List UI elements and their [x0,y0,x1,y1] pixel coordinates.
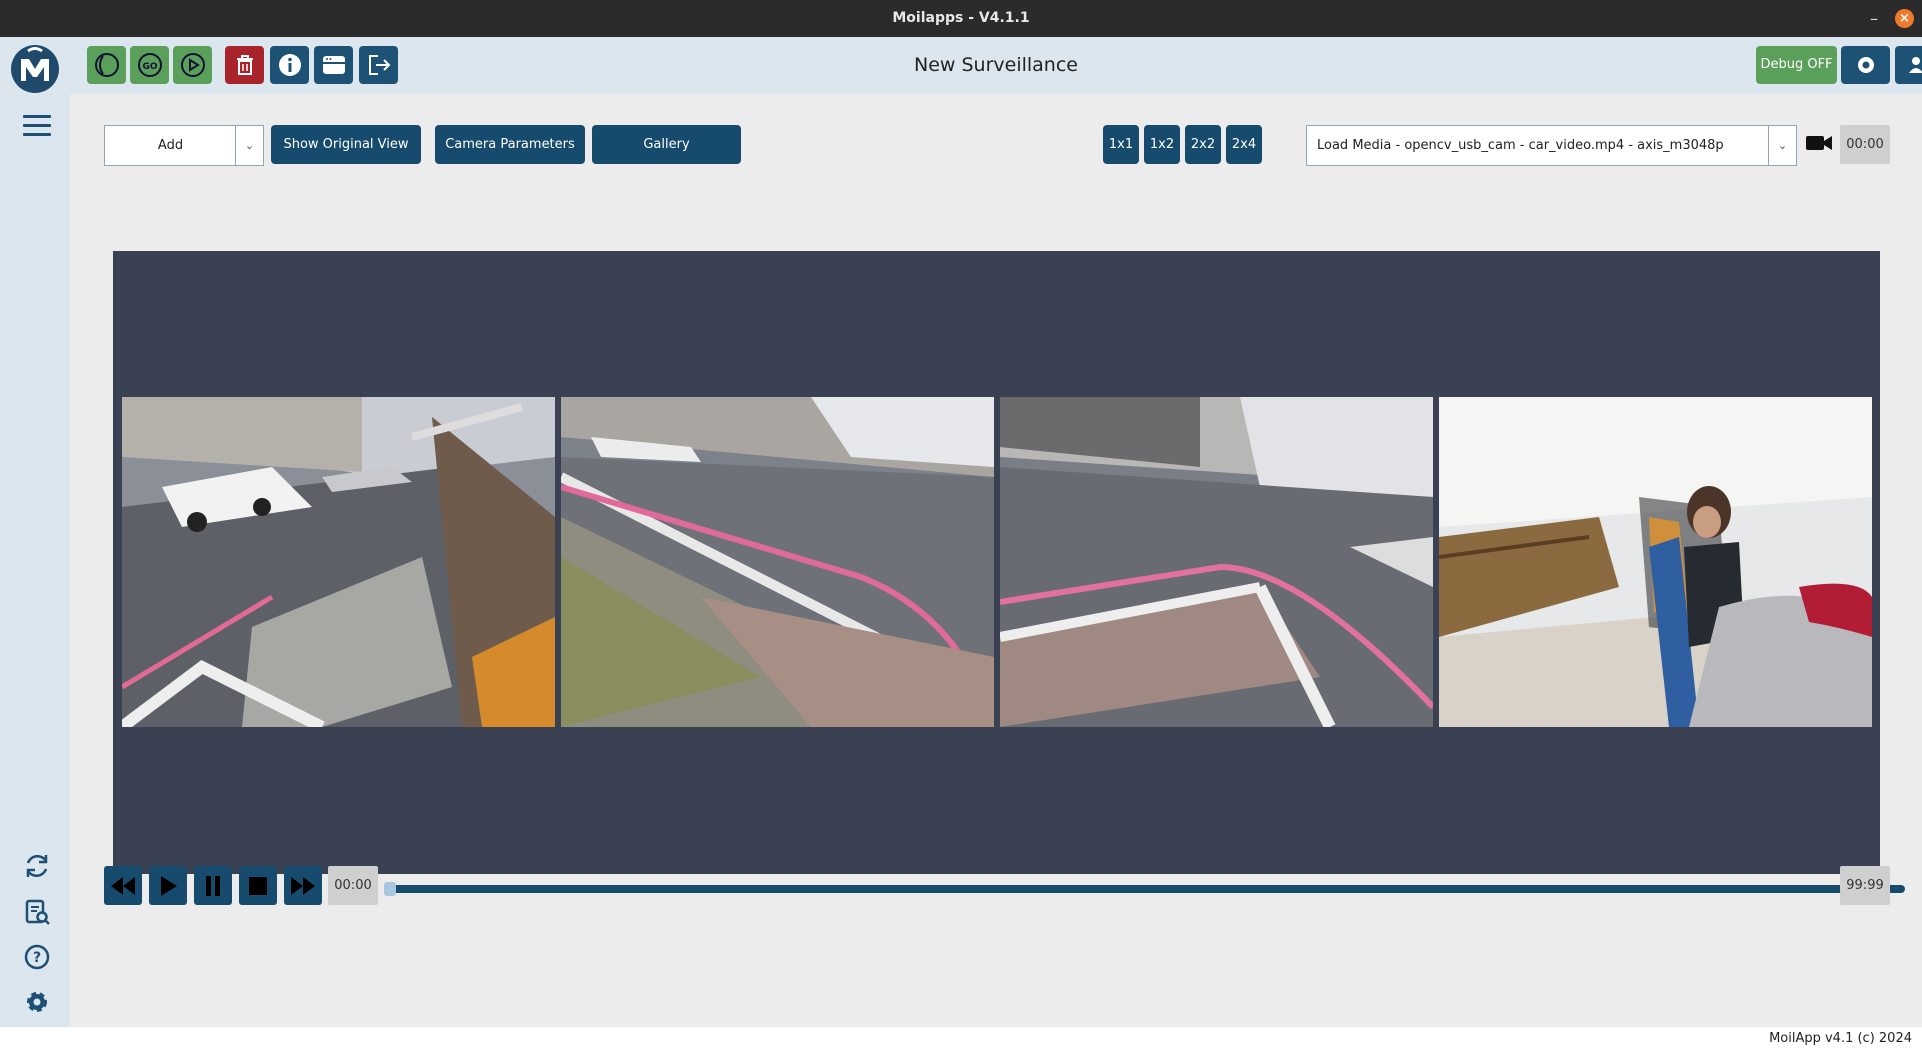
chevron-down-icon[interactable]: ⌄ [235,126,263,165]
header-toolbar: GO New Surveillance Debug OFF [70,37,1922,94]
window-title: Moilapps - V4.1.1 [892,10,1030,26]
footer-copyright: MoilApp v4.1 (c) 2024 [1769,1031,1912,1046]
status-footer: MoilApp v4.1 (c) 2024 [0,1027,1922,1050]
search-document-icon[interactable] [22,897,52,927]
stop-button[interactable] [239,866,277,905]
pause-button[interactable] [194,866,232,905]
window-titlebar: Moilapps - V4.1.1 – × [0,0,1922,37]
close-button[interactable]: × [1895,9,1914,28]
rewind-icon [111,876,135,895]
seek-slider-track[interactable] [388,885,1905,893]
debug-toggle-button[interactable]: Debug OFF [1756,46,1837,84]
fast-forward-button[interactable] [284,866,322,905]
layout-2x2-button[interactable]: 2x2 [1185,125,1221,164]
camera-view-4[interactable] [1439,397,1872,727]
user-icon [1909,57,1922,73]
minimize-button[interactable]: – [1870,0,1878,37]
record-icon [1857,57,1874,73]
layout-1x1-button[interactable]: 1x1 [1103,125,1139,164]
media-source-value: Load Media - opencv_usb_cam - car_video.… [1317,138,1724,153]
refresh-icon[interactable] [22,851,52,881]
layout-1x2-button[interactable]: 1x2 [1144,125,1180,164]
media-source-select[interactable]: Load Media - opencv_usb_cam - car_video.… [1306,125,1797,166]
current-time-display: 00:00 [328,866,378,905]
user-button[interactable] [1895,46,1922,84]
camera-view-3[interactable] [1000,397,1433,727]
page-title: New Surveillance [914,54,1078,76]
record-button[interactable] [1841,46,1890,84]
stop-icon [249,876,267,895]
pause-icon [206,875,220,896]
add-select-value: Add [157,138,184,153]
show-original-view-button[interactable]: Show Original View [271,125,421,164]
camera-parameters-button[interactable]: Camera Parameters [435,125,585,164]
add-select[interactable]: Add ⌄ [104,125,264,166]
play-icon [161,875,177,896]
settings-icon[interactable] [22,987,52,1017]
camera-view-2[interactable] [561,397,994,727]
end-time-display: 99:99 [1840,866,1890,905]
gallery-button[interactable]: Gallery [592,125,741,164]
camera-view-1[interactable] [122,397,555,727]
layout-2x4-button[interactable]: 2x4 [1226,125,1262,164]
help-icon[interactable]: ? [22,942,52,972]
top-time-display: 00:00 [1840,125,1890,164]
rewind-button[interactable] [104,866,142,905]
moil-logo[interactable] [11,45,59,93]
camera-view-panel [113,251,1880,874]
sidebar: ? [0,37,70,1027]
chevron-down-icon[interactable]: ⌄ [1768,126,1796,165]
svg-text:?: ? [33,950,41,966]
menu-icon[interactable] [23,109,51,142]
video-camera-icon[interactable] [1805,132,1833,158]
play-button[interactable] [149,866,187,905]
seek-slider-handle[interactable] [384,882,396,896]
fast-forward-icon [291,876,315,895]
